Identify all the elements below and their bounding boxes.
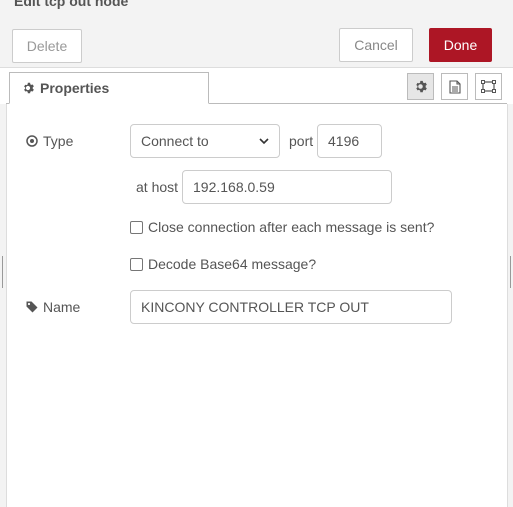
name-label: Name (26, 297, 80, 317)
decode-base64-row[interactable]: Decode Base64 message? (130, 254, 316, 274)
type-label-text: Type (43, 133, 74, 149)
tag-icon (26, 301, 38, 313)
target-icon (26, 135, 38, 147)
done-button[interactable]: Done (429, 28, 492, 62)
tab-bar: Properties (6, 68, 507, 104)
cancel-button[interactable]: Cancel (339, 28, 413, 62)
appearance-tab-button[interactable] (475, 73, 502, 100)
resize-grip (2, 256, 3, 288)
left-resize-edge[interactable] (0, 104, 7, 507)
host-label-text: at host (136, 179, 179, 195)
tab-properties-label: Properties (40, 80, 110, 96)
name-label-text: Name (43, 299, 81, 315)
type-label: Type (26, 131, 73, 151)
chevron-down-icon (259, 137, 269, 144)
host-label: at host (136, 177, 178, 197)
port-input[interactable]: 4196 (317, 124, 382, 158)
gear-icon (22, 82, 34, 94)
resize-grip (510, 256, 511, 288)
name-input[interactable]: KINCONY CONTROLLER TCP OUT (130, 290, 452, 324)
tray-header: Edit tcp out node Delete Cancel Done (0, 0, 513, 68)
appearance-icon (481, 80, 496, 93)
port-label-text: port (289, 133, 314, 149)
close-connection-checkbox[interactable] (130, 220, 143, 234)
close-connection-row[interactable]: Close connection after each message is s… (130, 217, 434, 237)
delete-button[interactable]: Delete (12, 29, 82, 63)
port-label: port (289, 131, 313, 151)
description-tab-button[interactable] (441, 73, 468, 100)
description-icon (448, 79, 461, 94)
close-connection-label: Close connection after each message is s… (148, 219, 435, 235)
right-resize-edge[interactable] (507, 104, 513, 507)
host-input[interactable]: 192.168.0.59 (182, 170, 392, 204)
tab-properties[interactable]: Properties (9, 72, 209, 104)
gear-icon (416, 80, 427, 93)
decode-base64-label: Decode Base64 message? (148, 256, 317, 272)
type-select[interactable]: Connect to (130, 124, 280, 158)
properties-tab-button[interactable] (407, 73, 434, 100)
decode-base64-checkbox[interactable] (130, 257, 143, 271)
type-select-value: Connect to (141, 133, 209, 149)
tray-title: Edit tcp out node (14, 0, 129, 9)
